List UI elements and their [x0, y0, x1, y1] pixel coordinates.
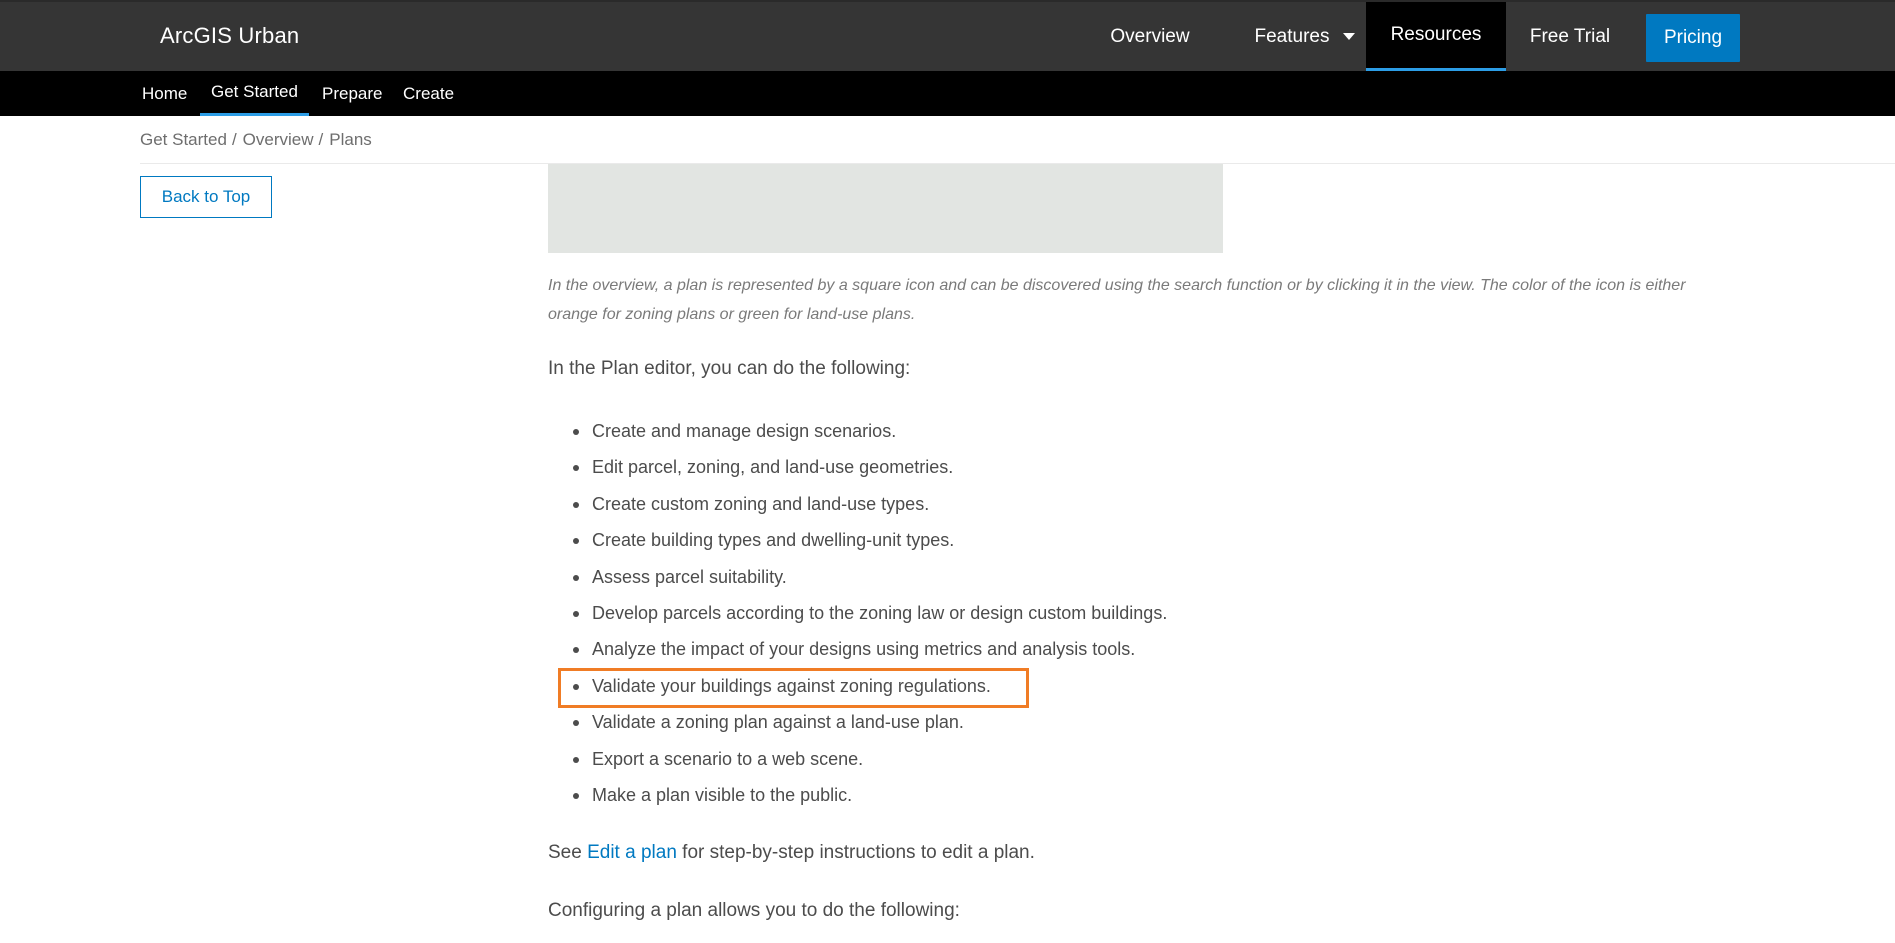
breadcrumb-get-started[interactable]: Get Started: [140, 130, 227, 150]
breadcrumb-plans[interactable]: Plans: [329, 130, 372, 150]
plan-overview-image: [548, 164, 1223, 253]
sub-navigation-bar: Home Get Started Prepare Create: [0, 71, 1895, 116]
nav-features-label: Features: [1254, 25, 1330, 47]
breadcrumb-separator: /: [231, 129, 237, 149]
nav-free-trial[interactable]: Free Trial: [1515, 2, 1625, 71]
nav-features[interactable]: Features: [1230, 2, 1380, 71]
see-prefix: See: [548, 842, 582, 863]
caret-down-icon: [1343, 33, 1356, 40]
subnav-home[interactable]: Home: [142, 71, 187, 116]
top-navigation-bar: ArcGIS Urban Overview Features Resources…: [0, 0, 1895, 71]
list-item: Edit parcel, zoning, and land-use geomet…: [572, 451, 1167, 487]
edit-plan-reference: See Edit a plan for step-by-step instruc…: [548, 842, 1035, 864]
see-suffix: for step-by-step instructions to edit a …: [682, 842, 1035, 863]
highlight-annotation-box: [558, 668, 1029, 708]
image-caption: In the overview, a plan is represented b…: [548, 277, 1686, 323]
back-to-top-button[interactable]: Back to Top: [140, 176, 272, 218]
subnav-create[interactable]: Create: [403, 71, 454, 116]
plan-editor-intro: In the Plan editor, you can do the follo…: [548, 358, 911, 379]
breadcrumb: Get Started / Overview / Plans: [140, 116, 1895, 164]
breadcrumb-overview[interactable]: Overview: [243, 130, 314, 150]
subnav-prepare[interactable]: Prepare: [322, 71, 382, 116]
list-item: Create and manage design scenarios.: [572, 415, 1167, 451]
list-item: Assess parcel suitability.: [572, 561, 1167, 597]
subnav-get-started[interactable]: Get Started: [200, 71, 309, 116]
list-item: Create custom zoning and land-use types.: [572, 488, 1167, 524]
list-item: Validate a zoning plan against a land-us…: [572, 706, 1167, 742]
pricing-button[interactable]: Pricing: [1646, 14, 1740, 62]
list-item: Export a scenario to a web scene.: [572, 743, 1167, 779]
nav-resources[interactable]: Resources: [1366, 2, 1506, 71]
list-item: Analyze the impact of your designs using…: [572, 633, 1167, 669]
plan-editor-feature-list: Create and manage design scenarios. Edit…: [572, 415, 1167, 815]
nav-overview[interactable]: Overview: [1096, 2, 1204, 71]
list-item: Make a plan visible to the public.: [572, 779, 1167, 815]
edit-a-plan-link[interactable]: Edit a plan: [587, 842, 677, 863]
brand-title[interactable]: ArcGIS Urban: [160, 23, 299, 49]
list-item: Develop parcels according to the zoning …: [572, 597, 1167, 633]
configure-plan-intro: Configuring a plan allows you to do the …: [548, 900, 960, 921]
list-item: Create building types and dwelling-unit …: [572, 524, 1167, 560]
breadcrumb-separator: /: [318, 129, 324, 149]
